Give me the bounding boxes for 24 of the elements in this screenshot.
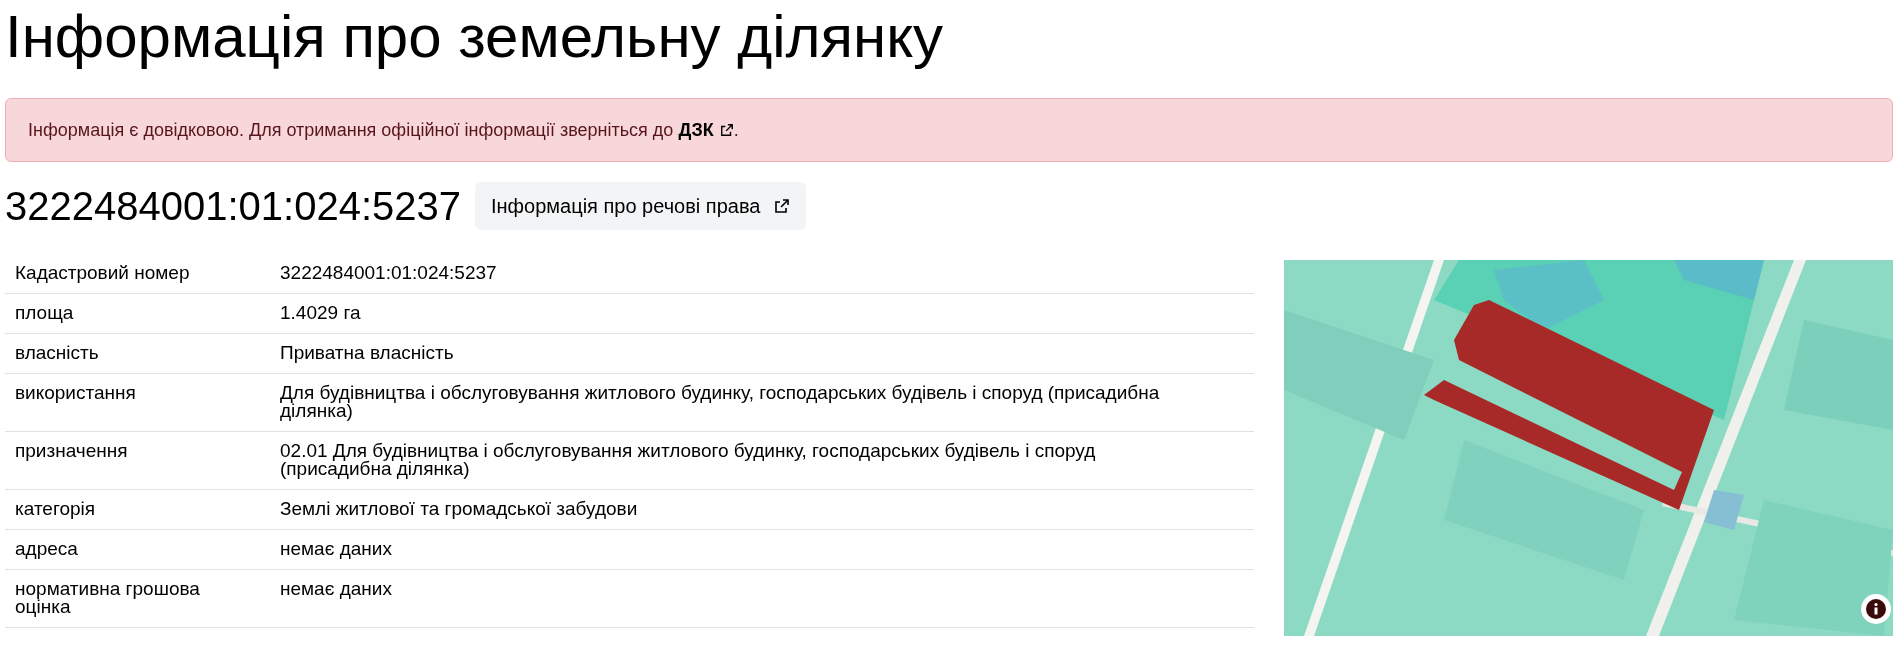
external-link-icon bbox=[774, 198, 791, 214]
row-label: нормативна грошова оцінка bbox=[15, 580, 201, 616]
row-label: використання bbox=[15, 384, 136, 402]
row-label: площа bbox=[15, 304, 74, 322]
row-label: власність bbox=[15, 344, 99, 362]
row-value: Приватна власність bbox=[280, 344, 454, 362]
row-value: немає даних bbox=[280, 540, 392, 558]
row-label: Кадастровий номер bbox=[15, 264, 190, 282]
row-label: адреса bbox=[15, 540, 78, 558]
parcel-number: 3222484001:01:024:5237 bbox=[5, 183, 461, 230]
row-label: категорія bbox=[15, 500, 96, 518]
row-value: Для будівництва і обслуговування житлового будинку, господарських будівель і споруд (присадибна ділянка) bbox=[280, 384, 1161, 420]
dzk-link[interactable]: ДЗК bbox=[678, 116, 734, 144]
info-icon bbox=[1866, 599, 1886, 619]
row-value: 3222484001:01:024:5237 bbox=[280, 264, 497, 282]
page-title: Інформація про земельну ділянку bbox=[5, 2, 944, 72]
rights-button[interactable]: Інформація про речові права bbox=[475, 182, 807, 230]
row-value: 02.01 Для будівництва і обслуговування житлового будинку, господарських будівель і споруд (присадибна ділянка) bbox=[280, 442, 1097, 478]
row-value: немає даних bbox=[280, 580, 392, 598]
row-label: призначення bbox=[15, 442, 128, 460]
external-link-icon bbox=[719, 123, 734, 137]
row-value: Землі житлової та громадської забудови bbox=[280, 500, 638, 518]
notice-text: Інформація є довідковою. Для отримання офіційної інформації зверніться до ДЗК . bbox=[28, 116, 739, 144]
row-value: 1.4029 га bbox=[280, 304, 361, 322]
